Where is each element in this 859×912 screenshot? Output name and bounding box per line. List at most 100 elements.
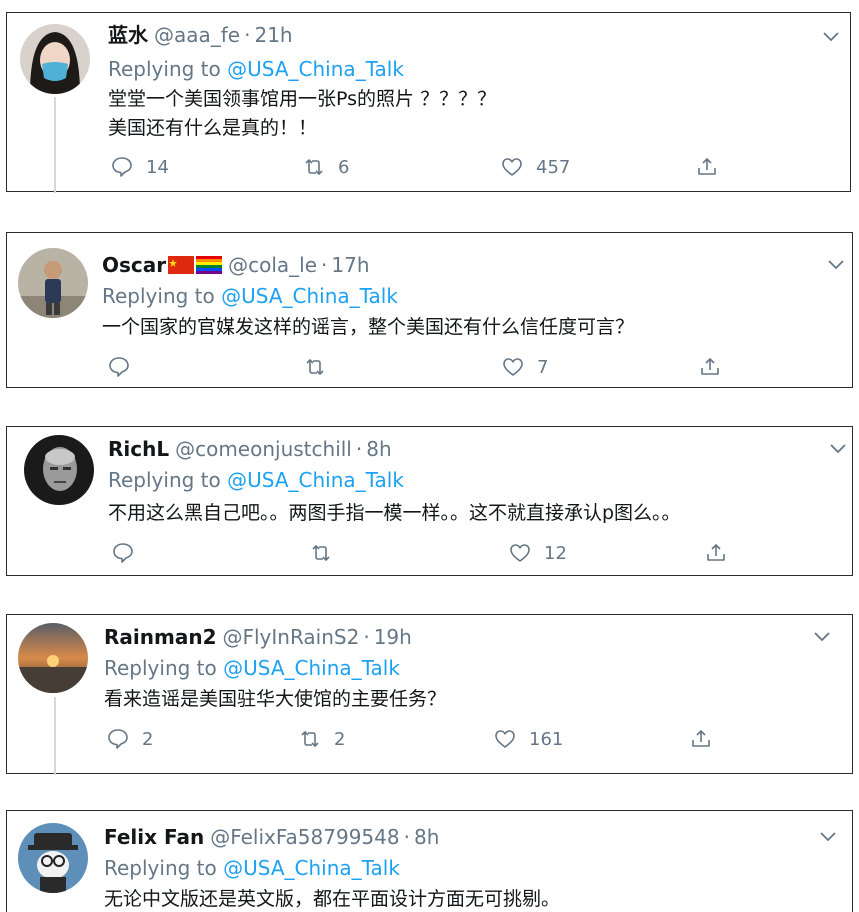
separator-dot: · bbox=[244, 23, 251, 47]
share-button[interactable] bbox=[698, 355, 722, 379]
like-button[interactable]: 12 bbox=[508, 541, 567, 565]
tweet-card: RichL @comeonjustchill · 8h Replying to @US… bbox=[6, 426, 853, 576]
like-button[interactable]: 161 bbox=[493, 727, 563, 751]
reply-count: 2 bbox=[142, 728, 154, 750]
retweet-icon bbox=[306, 359, 324, 375]
retweet-button[interactable] bbox=[303, 355, 327, 379]
like-count: 457 bbox=[536, 156, 571, 178]
replying-to: Replying to @USA_China_Talk bbox=[102, 283, 398, 309]
tweet-text-line: 堂堂一个美国领事馆用一张Ps的照片 ？？？？ bbox=[108, 88, 497, 110]
china-flag-icon bbox=[168, 256, 195, 274]
tweet-text-line: 不用这么黑自己吧。。两图手指一模一样。。这不就直接承认p图么。。 bbox=[108, 502, 681, 524]
separator-dot: · bbox=[363, 625, 370, 649]
tweet-header: Felix Fan @FelixFa58799548 · 8h bbox=[104, 825, 439, 849]
replying-to: Replying to @USA_China_Talk bbox=[108, 467, 404, 493]
retweet-count: 2 bbox=[334, 728, 346, 750]
share-button[interactable] bbox=[695, 155, 719, 179]
tweet-card: Felix Fan @FelixFa58799548 · 8h Replying to… bbox=[6, 810, 853, 912]
tweet-header: RichL @comeonjustchill · 8h bbox=[108, 437, 392, 461]
like-icon bbox=[503, 358, 523, 376]
chevron-down-icon[interactable] bbox=[829, 443, 847, 455]
like-icon bbox=[510, 544, 530, 562]
avatar[interactable] bbox=[18, 823, 88, 893]
thread-line bbox=[54, 697, 56, 775]
share-icon bbox=[701, 358, 719, 375]
separator-dot: · bbox=[403, 825, 410, 849]
share-icon bbox=[692, 730, 710, 747]
chevron-down-icon[interactable] bbox=[827, 259, 845, 271]
tweet-text-line: 看来造谣是美国驻华大使馆的主要任务？ bbox=[104, 688, 447, 710]
replying-to: Replying to @USA_China_Talk bbox=[104, 855, 400, 881]
reply-icon bbox=[113, 543, 133, 563]
avatar[interactable] bbox=[20, 24, 90, 94]
tweet-time[interactable]: 8h bbox=[414, 825, 439, 849]
tweet-text-line: 美国还有什么是真的！！ bbox=[108, 117, 318, 139]
chevron-down-icon[interactable] bbox=[819, 831, 837, 843]
chevron-down-icon[interactable] bbox=[813, 631, 831, 643]
retweet-count: 6 bbox=[338, 156, 350, 178]
tweet-card: Oscar @cola_le · 17h Replying to @USA_China… bbox=[6, 232, 853, 388]
thread-line bbox=[54, 97, 56, 193]
share-icon bbox=[698, 158, 716, 175]
tweet-time[interactable]: 19h bbox=[374, 625, 412, 649]
rainbow-flag-icon bbox=[196, 256, 223, 274]
retweet-button[interactable]: 2 bbox=[298, 727, 345, 751]
display-name[interactable]: RichL bbox=[108, 437, 169, 461]
like-button[interactable]: 457 bbox=[500, 155, 570, 179]
share-button[interactable] bbox=[689, 727, 713, 751]
display-name[interactable]: Oscar bbox=[102, 253, 166, 277]
tweet-card: Rainman2 @FlyInRainS2 · 19h Replying to @US… bbox=[6, 614, 853, 775]
replying-to-label: Replying to bbox=[108, 57, 221, 81]
replying-to-label: Replying to bbox=[102, 284, 215, 308]
reply-button[interactable]: 14 bbox=[110, 155, 169, 179]
mention-link[interactable]: @USA_China_Talk bbox=[227, 57, 404, 81]
reply-icon bbox=[108, 729, 128, 749]
replying-to-label: Replying to bbox=[104, 656, 217, 680]
like-count: 161 bbox=[529, 728, 564, 750]
reply-icon bbox=[109, 357, 129, 377]
like-count: 12 bbox=[544, 542, 567, 564]
display-name[interactable]: 蓝水 bbox=[108, 23, 148, 47]
replying-to-label: Replying to bbox=[108, 468, 221, 492]
reply-button[interactable] bbox=[111, 541, 135, 565]
mention-link[interactable]: @USA_China_Talk bbox=[223, 856, 400, 880]
tweet-time[interactable]: 8h bbox=[366, 437, 391, 461]
retweet-button[interactable]: 6 bbox=[302, 155, 349, 179]
mention-link[interactable]: @USA_China_Talk bbox=[223, 656, 400, 680]
reply-button[interactable]: 2 bbox=[106, 727, 153, 751]
mention-link[interactable]: @USA_China_Talk bbox=[227, 468, 404, 492]
mention-link[interactable]: @USA_China_Talk bbox=[221, 284, 398, 308]
separator-dot: · bbox=[321, 253, 328, 277]
avatar[interactable] bbox=[18, 248, 88, 318]
share-icon bbox=[707, 544, 725, 561]
tweet-time[interactable]: 21h bbox=[254, 23, 292, 47]
display-name[interactable]: Felix Fan bbox=[104, 825, 204, 849]
reply-button[interactable] bbox=[107, 355, 131, 379]
tweet-time[interactable]: 17h bbox=[331, 253, 369, 277]
user-handle[interactable]: @FelixFa58799548 bbox=[210, 825, 399, 849]
user-handle[interactable]: @FlyInRainS2 bbox=[222, 625, 359, 649]
avatar[interactable] bbox=[24, 435, 94, 505]
tweet-text-line: 一个国家的官媒发这样的谣言，整个美国还有什么信任度可言？ bbox=[102, 316, 635, 338]
separator-dot: · bbox=[355, 437, 363, 461]
share-button[interactable] bbox=[704, 541, 728, 565]
tweet-card: 蓝水 @aaa_fe · 21h Replying to @USA_China_Tal… bbox=[6, 12, 851, 193]
reply-icon bbox=[112, 157, 132, 177]
chevron-down-icon[interactable] bbox=[822, 31, 840, 43]
replying-to-label: Replying to bbox=[104, 856, 217, 880]
like-count: 7 bbox=[537, 356, 549, 378]
user-handle[interactable]: @aaa_fe bbox=[154, 23, 240, 47]
retweet-icon bbox=[305, 159, 323, 175]
retweet-icon bbox=[312, 545, 330, 561]
display-name[interactable]: Rainman2 bbox=[104, 625, 216, 649]
like-icon bbox=[502, 158, 522, 176]
user-handle[interactable]: @comeonjustchill bbox=[175, 437, 352, 461]
avatar[interactable] bbox=[18, 623, 88, 693]
retweet-button[interactable] bbox=[309, 541, 333, 565]
tweet-text-line: 无论中文版还是英文版，都在平面设计方面无可挑剔。 bbox=[104, 888, 561, 910]
tweet-header: Oscar @cola_le · 17h bbox=[102, 253, 370, 279]
like-button[interactable]: 7 bbox=[501, 355, 548, 379]
replying-to: Replying to @USA_China_Talk bbox=[104, 655, 400, 681]
reply-count: 14 bbox=[146, 156, 169, 178]
user-handle[interactable]: @cola_le bbox=[228, 253, 317, 277]
